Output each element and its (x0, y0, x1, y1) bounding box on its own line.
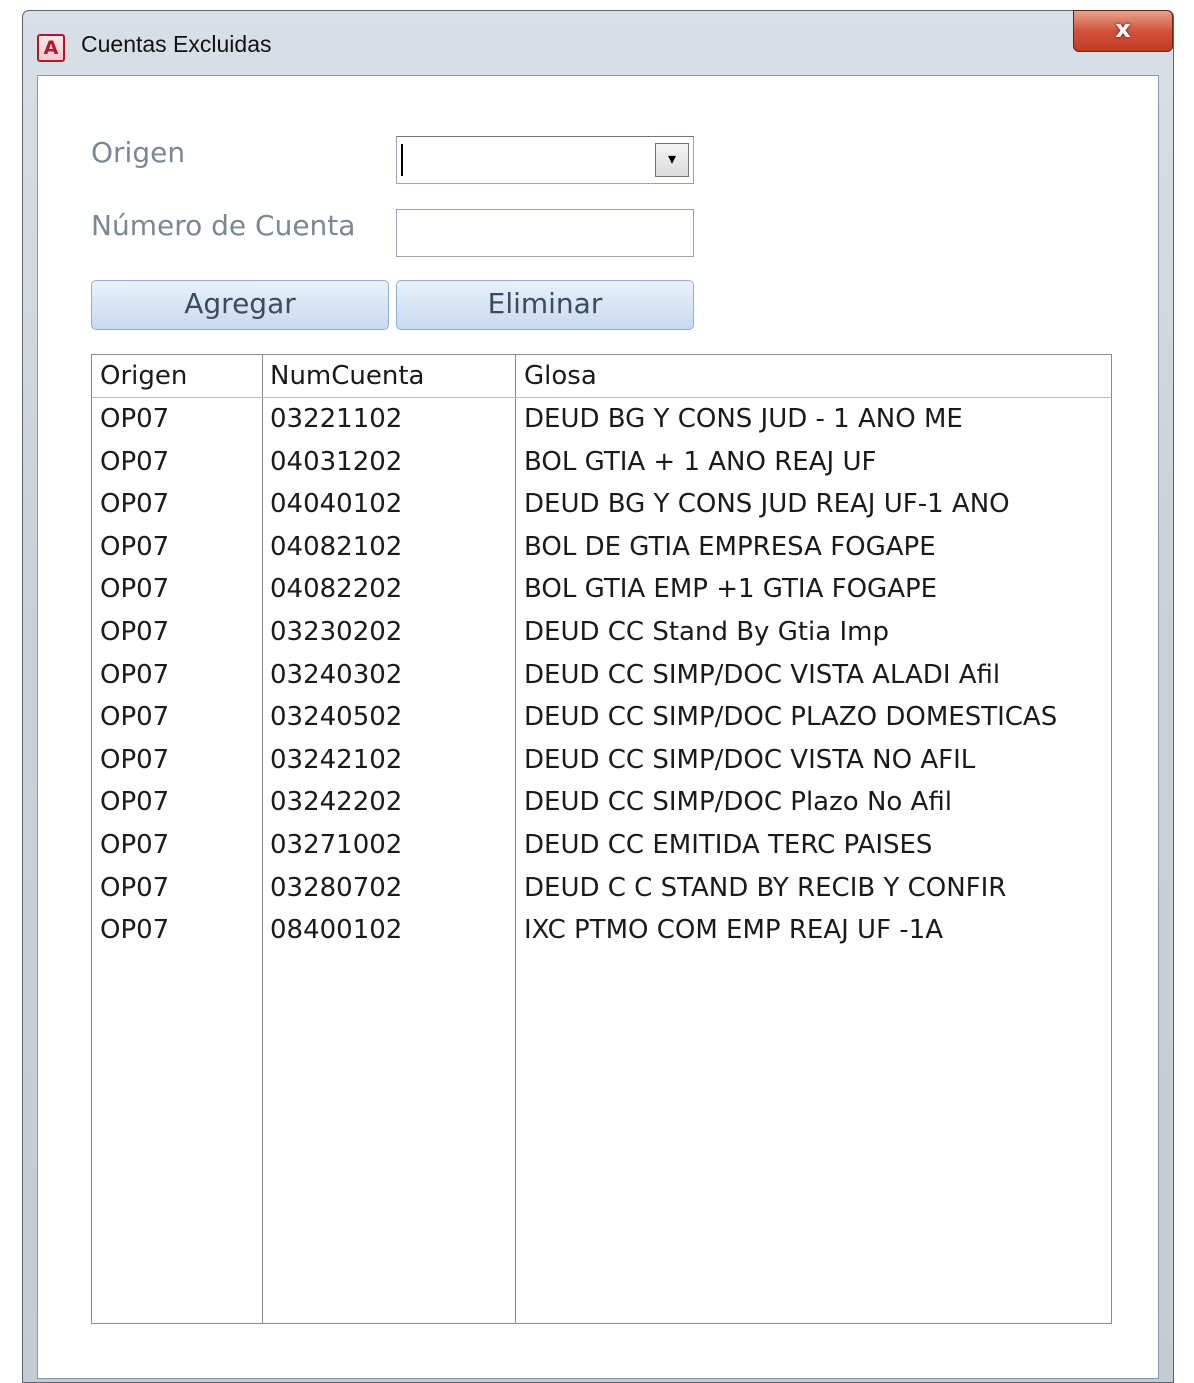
cell-origen: OP07 (100, 617, 170, 647)
table-row[interactable]: OP07 03242102 DEUD CC SIMP/DOC VISTA NO AF… (92, 741, 1111, 783)
cell-numcuenta: 03230202 (270, 617, 403, 647)
cell-glosa: DEUD CC SIMP/DOC VISTA ALADI Afil (524, 659, 1001, 690)
header-numcuenta: NumCuenta (270, 361, 425, 391)
cell-numcuenta: 03221102 (270, 404, 403, 434)
cell-origen: OP07 (100, 659, 170, 690)
table-row[interactable]: OP07 03280702 DEUD C C STAND BY RECIB Y CO… (92, 869, 1111, 911)
eliminar-button[interactable]: Eliminar (396, 280, 694, 330)
cell-numcuenta: 03240502 (270, 702, 403, 733)
cell-numcuenta: 03280702 (270, 872, 403, 903)
dropdown-button[interactable]: ▾ (655, 143, 689, 177)
table-row[interactable]: OP07 03271002 DEUD CC EMITIDA TERC PAISES (92, 826, 1111, 868)
table-row[interactable]: OP07 04040102 DEUD BG Y CONS JUD REAJ UF-1… (92, 485, 1111, 527)
origen-combobox[interactable]: ▾ (396, 136, 694, 184)
table-row[interactable]: OP07 04082202 BOL GTIA EMP +1 GTIA FOGAPE (92, 570, 1111, 612)
cell-glosa: DEUD CC SIMP/DOC Plazo No Afil (524, 787, 952, 818)
cell-glosa: DEUD CC EMITIDA TERC PAISES (524, 830, 933, 860)
cell-glosa: DEUD BG Y CONS JUD - 1 ANO ME (524, 404, 963, 434)
cell-origen: OP07 (100, 702, 170, 733)
cell-origen: OP07 (100, 531, 170, 562)
accounts-listbox[interactable]: Origen NumCuenta Glosa OP07 03221102 DEUD … (91, 354, 1112, 1324)
cell-glosa: IXC PTMO COM EMP REAJ UF -1A (524, 915, 944, 946)
cell-numcuenta: 04031202 (270, 446, 403, 477)
numero-cuenta-input[interactable] (396, 209, 694, 257)
cell-glosa: DEUD BG Y CONS JUD REAJ UF-1 ANO (524, 489, 1010, 520)
close-icon: x (1115, 15, 1131, 43)
table-row[interactable]: OP07 04031202 BOL GTIA + 1 ANO REAJ UF (92, 443, 1111, 485)
cell-glosa: DEUD CC Stand By Gtia Imp (524, 617, 889, 647)
cell-numcuenta: 03271002 (270, 830, 403, 860)
origen-label: Origen (91, 136, 186, 169)
access-app-icon: A (37, 34, 65, 62)
header-glosa: Glosa (524, 361, 597, 391)
dialog-window: A Cuentas Excluidas x Origen ▾ Número de… (22, 10, 1174, 1383)
numero-cuenta-label: Número de Cuenta (91, 209, 356, 242)
text-caret (401, 144, 403, 176)
cell-origen: OP07 (100, 404, 170, 434)
header-origen: Origen (100, 361, 188, 391)
table-row[interactable]: OP07 03230202 DEUD CC Stand By Gtia Imp (92, 613, 1111, 655)
cell-glosa: BOL DE GTIA EMPRESA FOGAPE (524, 531, 936, 562)
title-bar[interactable]: A Cuentas Excluidas x (23, 10, 1173, 75)
cell-numcuenta: 04082202 (270, 574, 403, 605)
table-row[interactable]: OP07 03240302 DEUD CC SIMP/DOC VISTA ALADI… (92, 656, 1111, 698)
table-row[interactable]: OP07 03240502 DEUD CC SIMP/DOC PLAZO DOMES… (92, 698, 1111, 740)
cell-numcuenta: 03242102 (270, 744, 403, 775)
table-row[interactable]: OP07 03242202 DEUD CC SIMP/DOC Plazo No Af… (92, 783, 1111, 825)
cell-origen: OP07 (100, 446, 170, 477)
cell-glosa: BOL GTIA + 1 ANO REAJ UF (524, 446, 877, 477)
cell-numcuenta: 08400102 (270, 915, 403, 946)
cell-numcuenta: 03240302 (270, 659, 403, 690)
cell-glosa: DEUD C C STAND BY RECIB Y CONFIR (524, 872, 1007, 903)
chevron-down-icon: ▾ (667, 149, 677, 168)
agregar-button[interactable]: Agregar (91, 280, 389, 330)
cell-origen: OP07 (100, 787, 170, 818)
window-title: Cuentas Excluidas (81, 31, 272, 57)
table-row[interactable]: OP07 08400102 IXC PTMO COM EMP REAJ UF -1A (92, 911, 1111, 953)
cell-origen: OP07 (100, 744, 170, 775)
table-row[interactable]: OP07 03221102 DEUD BG Y CONS JUD - 1 ANO M… (92, 400, 1111, 442)
cell-origen: OP07 (100, 915, 170, 946)
cell-origen: OP07 (100, 872, 170, 903)
table-row[interactable]: OP07 04082102 BOL DE GTIA EMPRESA FOGAPE (92, 528, 1111, 570)
cell-origen: OP07 (100, 489, 170, 520)
cell-numcuenta: 03242202 (270, 787, 403, 818)
header-divider (92, 397, 1111, 398)
cell-origen: OP07 (100, 830, 170, 860)
app-icon-letter: A (43, 37, 59, 59)
cell-numcuenta: 04040102 (270, 489, 403, 520)
cell-numcuenta: 04082102 (270, 531, 403, 562)
cell-origen: OP07 (100, 574, 170, 605)
cell-glosa: DEUD CC SIMP/DOC PLAZO DOMESTICAS (524, 702, 1058, 733)
close-button[interactable]: x (1073, 10, 1173, 52)
cell-glosa: DEUD CC SIMP/DOC VISTA NO AFIL (524, 744, 976, 775)
form-body: Origen ▾ Número de Cuenta Agregar Elimin… (37, 75, 1159, 1379)
cell-glosa: BOL GTIA EMP +1 GTIA FOGAPE (524, 574, 938, 605)
